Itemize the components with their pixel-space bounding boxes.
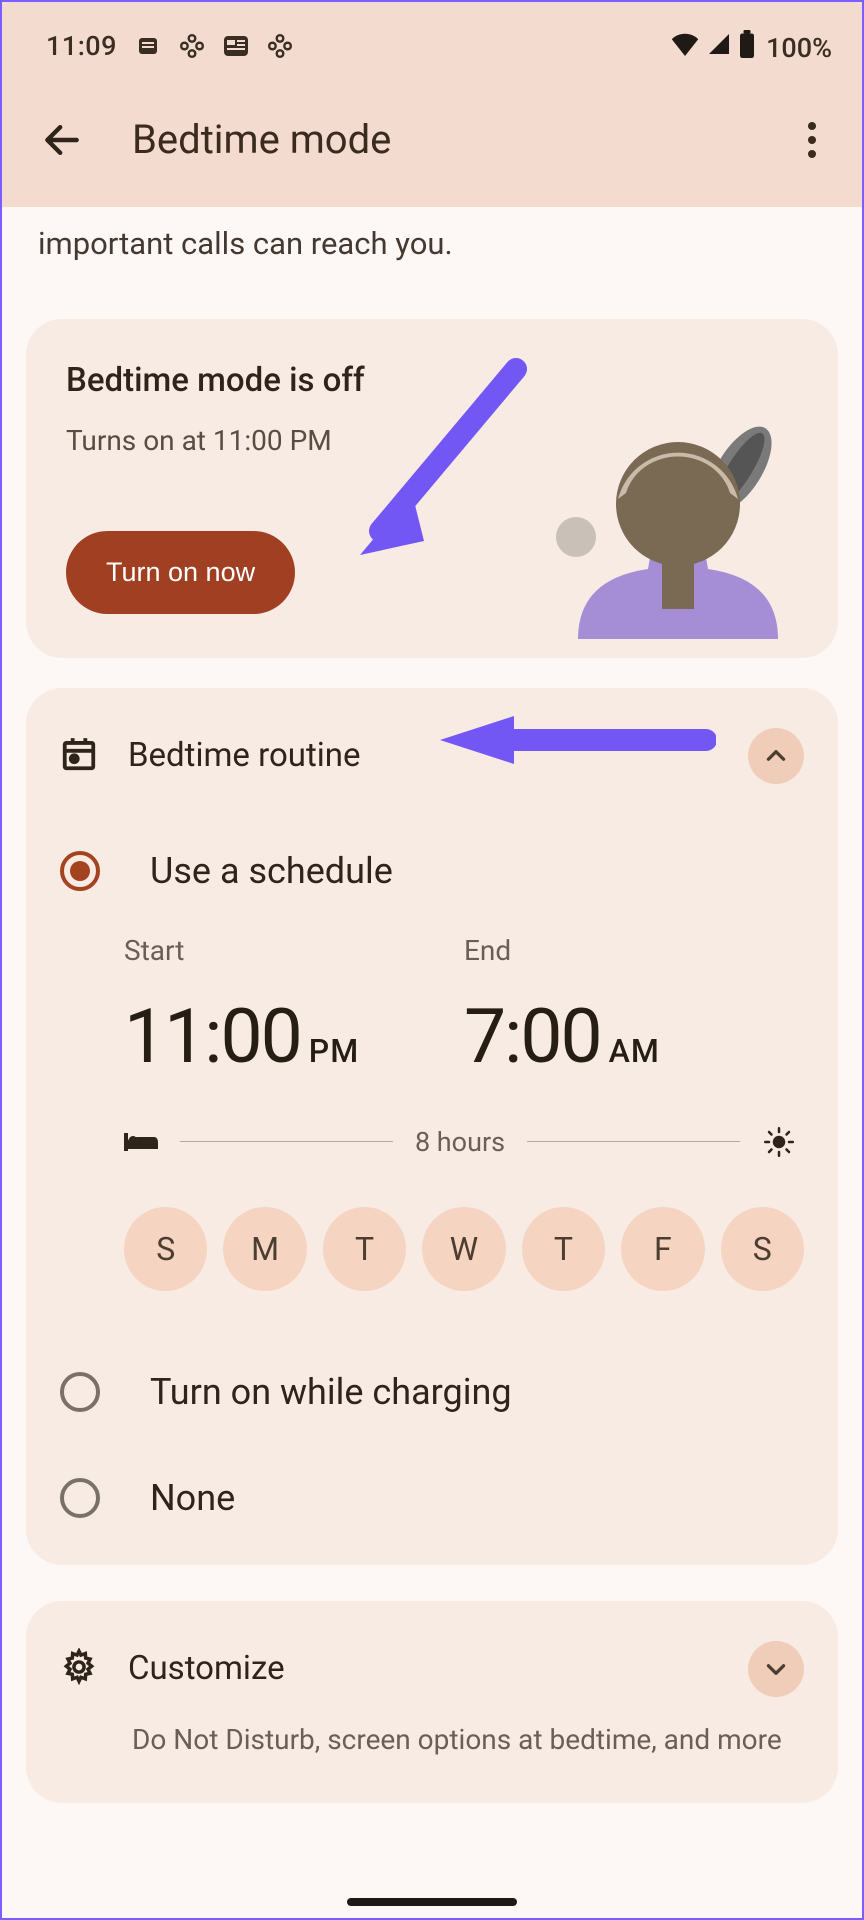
customize-subtitle: Do Not Disturb, screen options at bedtim…	[132, 1721, 804, 1759]
duration-row: 8 hours	[60, 1125, 804, 1159]
status-bar: 11:09 100%	[2, 2, 862, 72]
end-time-picker[interactable]: End 7:00 AM	[464, 934, 804, 1081]
duration-text: 8 hours	[415, 1126, 505, 1158]
signal-icon	[706, 32, 732, 63]
customize-card[interactable]: Customize Do Not Disturb, screen options…	[26, 1601, 838, 1803]
option-schedule[interactable]: Use a schedule	[60, 850, 804, 892]
day-fri[interactable]: F	[621, 1207, 704, 1291]
battery-percent: 100%	[766, 32, 832, 64]
app-bar: Bedtime mode	[2, 72, 862, 207]
news-notif-icon	[223, 33, 249, 59]
day-tue[interactable]: T	[323, 1207, 406, 1291]
end-label: End	[464, 934, 804, 967]
back-button[interactable]	[22, 100, 102, 180]
day-mon[interactable]: M	[223, 1207, 306, 1291]
gear-icon	[60, 1648, 98, 1690]
bedtime-status-card: Bedtime mode is off Turns on at 11:00 PM…	[26, 319, 838, 658]
customize-title: Customize	[128, 1649, 718, 1688]
start-time-picker[interactable]: Start 11:00 PM	[124, 934, 464, 1081]
start-label: Start	[124, 934, 464, 967]
page-title: Bedtime mode	[132, 116, 782, 163]
day-thu[interactable]: T	[522, 1207, 605, 1291]
intro-text: important calls can reach you.	[2, 207, 862, 293]
option-schedule-label: Use a schedule	[150, 850, 393, 892]
nav-handle[interactable]	[347, 1898, 517, 1906]
start-time: 11:00	[124, 993, 301, 1081]
option-none-label: None	[150, 1477, 235, 1519]
day-sat[interactable]: S	[721, 1207, 804, 1291]
end-ampm: AM	[609, 1032, 660, 1070]
turn-on-button[interactable]: Turn on now	[66, 531, 295, 614]
radio-charging[interactable]	[60, 1372, 100, 1412]
pinwheel2-notif-icon	[267, 33, 293, 59]
pinwheel-notif-icon	[179, 33, 205, 59]
expand-button[interactable]	[748, 1641, 804, 1697]
bedtime-routine-card: Bedtime routine Use a schedule Start 11:…	[26, 688, 838, 1565]
messages-notif-icon	[135, 33, 161, 59]
option-charging[interactable]: Turn on while charging	[60, 1371, 804, 1413]
collapse-button[interactable]	[748, 728, 804, 784]
status-time: 11:09	[46, 30, 117, 62]
radio-schedule[interactable]	[60, 851, 100, 891]
option-charging-label: Turn on while charging	[150, 1371, 512, 1413]
option-none[interactable]: None	[60, 1477, 804, 1519]
routine-title: Bedtime routine	[128, 736, 718, 775]
calendar-icon	[60, 735, 98, 777]
day-sun[interactable]: S	[124, 1207, 207, 1291]
end-time: 7:00	[464, 993, 601, 1081]
radio-none[interactable]	[60, 1478, 100, 1518]
routine-header[interactable]: Bedtime routine	[60, 728, 804, 784]
start-ampm: PM	[309, 1032, 359, 1070]
battery-icon	[738, 30, 756, 65]
days-row: S M T W T F S	[60, 1207, 804, 1291]
sun-icon	[762, 1125, 796, 1159]
day-wed[interactable]: W	[422, 1207, 505, 1291]
overflow-menu-button[interactable]	[782, 110, 842, 170]
bed-icon	[124, 1125, 158, 1159]
bedtime-illustration	[538, 389, 798, 639]
wifi-icon	[670, 32, 700, 63]
